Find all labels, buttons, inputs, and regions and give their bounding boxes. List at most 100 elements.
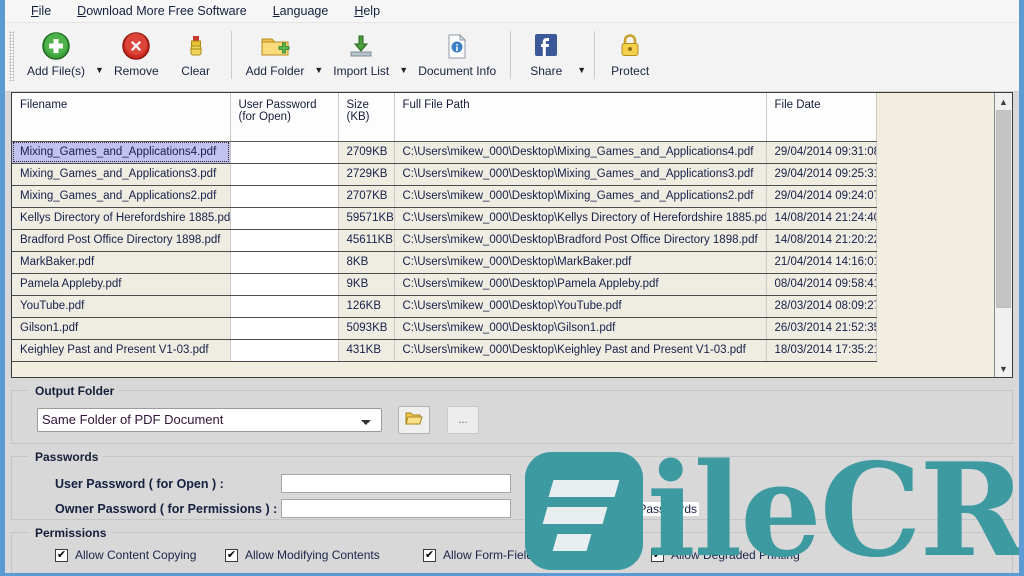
column-header-full-file-path[interactable]: Full File Path [394,93,767,142]
permission-checkbox[interactable]: ✔ [423,548,436,562]
cell-file-date[interactable]: 08/04/2014 09:58:41 [766,273,877,296]
cell-full-file-path[interactable]: C:\Users\mikew_000\Desktop\Bradford Post… [394,229,767,252]
output-folder-select[interactable]: Same Folder of PDF Document [37,407,382,432]
cell-size[interactable]: 2729KB [338,163,395,186]
cell-full-file-path[interactable]: C:\Users\mikew_000\Desktop\MarkBaker.pdf [394,251,767,274]
menu-item-download-more-free-software[interactable]: Download More Free Software [65,2,259,20]
cell-file-date[interactable]: 14/08/2014 21:24:40 [766,207,877,230]
cell-size[interactable]: 126KB [338,295,395,318]
column-header-size[interactable]: Size (KB) [338,93,395,142]
document-info-button[interactable]: Document Info [410,23,504,80]
cell-user-password[interactable] [230,229,339,252]
scrollbar-track[interactable] [995,110,1012,360]
column-header-file-date[interactable]: File Date [766,93,877,142]
permission-checkbox[interactable]: ✔ [651,548,664,562]
output-folder-ellipsis-button[interactable]: ... [446,406,479,434]
cell-size[interactable]: 5093KB [338,317,395,340]
cell-size[interactable]: 2709KB [338,141,395,164]
menu-item-file[interactable]: File [19,2,63,20]
cell-user-password[interactable] [230,163,339,186]
table-row[interactable]: Keighley Past and Present V1-03.pdf 431KB… [12,339,877,362]
add-folder-dropdown-arrow[interactable]: ▼ [314,39,323,75]
clear-button[interactable]: Clear [167,23,225,80]
cell-full-file-path[interactable]: C:\Users\mikew_000\Desktop\Mixing_Games_… [394,141,767,164]
cell-full-file-path[interactable]: C:\Users\mikew_000\Desktop\Kellys Direct… [394,207,767,230]
cell-file-date[interactable]: 29/04/2014 09:31:08 [766,141,877,164]
cell-filename[interactable]: Pamela Appleby.pdf [12,273,231,296]
cell-user-password[interactable] [230,339,339,362]
show-passwords-checkbox[interactable]: Show Passwords [585,501,700,516]
cell-full-file-path[interactable]: C:\Users\mikew_000\Desktop\Mixing_Games_… [394,163,767,186]
protect-button[interactable]: Protect [601,23,659,80]
import-list-button[interactable]: Import List [325,23,397,80]
scrollbar-thumb[interactable] [996,110,1011,308]
share-dropdown-arrow[interactable]: ▼ [577,39,586,75]
column-header-user-password[interactable]: User Password (for Open) [230,93,339,142]
cell-full-file-path[interactable]: C:\Users\mikew_000\Desktop\Mixing_Games_… [394,185,767,208]
add-folder-button[interactable]: Add Folder [238,23,313,80]
cell-filename[interactable]: MarkBaker.pdf [12,251,231,274]
table-row[interactable]: Mixing_Games_and_Applications3.pdf 2729KB… [12,163,877,186]
cell-file-date[interactable]: 28/03/2014 08:09:27 [766,295,877,318]
cell-full-file-path[interactable]: C:\Users\mikew_000\Desktop\Gilson1.pdf [394,317,767,340]
cell-file-date[interactable]: 29/04/2014 09:24:07 [766,185,877,208]
cell-filename[interactable]: Keighley Past and Present V1-03.pdf [12,339,231,362]
cell-file-date[interactable]: 14/08/2014 21:20:22 [766,229,877,252]
file-list-vertical-scrollbar[interactable]: ▲ ▼ [994,93,1012,377]
table-row[interactable]: YouTube.pdf 126KB C:\Users\mikew_000\Deskt… [12,295,877,318]
menu-item-language[interactable]: Language [261,2,341,20]
cell-size[interactable]: 431KB [338,339,395,362]
cell-filename[interactable]: YouTube.pdf [12,295,231,318]
cell-size[interactable]: 2707KB [338,185,395,208]
cell-size[interactable]: 45611KB [338,229,395,252]
add-files-button[interactable]: Add File(s) [19,23,93,80]
cell-full-file-path[interactable]: C:\Users\mikew_000\Desktop\Pamela Appleb… [394,273,767,296]
table-row[interactable]: Bradford Post Office Directory 1898.pdf 4… [12,229,877,252]
table-row[interactable]: Pamela Appleby.pdf 9KB C:\Users\mikew_000\… [12,273,877,296]
table-row[interactable]: MarkBaker.pdf 8KB C:\Users\mikew_000\Deskt… [12,251,877,274]
permission-allow-form-field-fill-in-or-signing[interactable]: ✔ Allow Form-Field Fill-in or Signing [423,548,651,562]
cell-filename[interactable]: Bradford Post Office Directory 1898.pdf [12,229,231,252]
scroll-up-icon[interactable]: ▲ [995,93,1012,110]
cell-full-file-path[interactable]: C:\Users\mikew_000\Desktop\Keighley Past… [394,339,767,362]
permission-allow-degraded-printing[interactable]: ✔ Allow Degraded Printing [651,548,800,562]
cell-user-password[interactable] [230,317,339,340]
cell-file-date[interactable]: 29/04/2014 09:25:31 [766,163,877,186]
toolbar-grip[interactable] [9,31,14,81]
cell-full-file-path[interactable]: C:\Users\mikew_000\Desktop\YouTube.pdf [394,295,767,318]
cell-size[interactable]: 59571KB [338,207,395,230]
table-row[interactable]: Gilson1.pdf 5093KB C:\Users\mikew_000\Desk… [12,317,877,340]
permission-checkbox[interactable]: ✔ [55,548,68,562]
share-button[interactable]: Share [517,23,575,80]
cell-filename[interactable]: Mixing_Games_and_Applications4.pdf [12,141,231,164]
add-files-dropdown-arrow[interactable]: ▼ [95,39,104,75]
permission-allow-modifying-contents[interactable]: ✔ Allow Modifying Contents [225,548,423,562]
cell-size[interactable]: 8KB [338,251,395,274]
owner-password-input[interactable] [281,499,511,518]
user-password-input[interactable] [281,474,511,493]
show-passwords-box[interactable] [587,502,600,515]
cell-file-date[interactable]: 26/03/2014 21:52:35 [766,317,877,340]
cell-user-password[interactable] [230,207,339,230]
remove-button[interactable]: Remove [106,23,167,80]
cell-user-password[interactable] [230,185,339,208]
column-header-filename[interactable]: Filename [12,93,231,142]
cell-size[interactable]: 9KB [338,273,395,296]
table-row[interactable]: Mixing_Games_and_Applications4.pdf 2709KB… [12,141,877,164]
browse-folder-button[interactable] [398,406,431,434]
cell-filename[interactable]: Mixing_Games_and_Applications2.pdf [12,185,231,208]
import-list-dropdown-arrow[interactable]: ▼ [399,39,408,75]
cell-file-date[interactable]: 21/04/2014 14:16:01 [766,251,877,274]
cell-user-password[interactable] [230,273,339,296]
cell-filename[interactable]: Mixing_Games_and_Applications3.pdf [12,163,231,186]
scroll-down-icon[interactable]: ▼ [995,360,1012,377]
cell-filename[interactable]: Gilson1.pdf [12,317,231,340]
cell-user-password[interactable] [230,295,339,318]
table-row[interactable]: Kellys Directory of Herefordshire 1885.p… [12,207,877,230]
cell-user-password[interactable] [230,251,339,274]
cell-file-date[interactable]: 18/03/2014 17:35:21 [766,339,877,362]
permission-checkbox[interactable]: ✔ [225,548,238,562]
table-row[interactable]: Mixing_Games_and_Applications2.pdf 2707KB… [12,185,877,208]
cell-user-password[interactable] [230,141,339,164]
permission-allow-content-copying[interactable]: ✔ Allow Content Copying [55,548,225,562]
